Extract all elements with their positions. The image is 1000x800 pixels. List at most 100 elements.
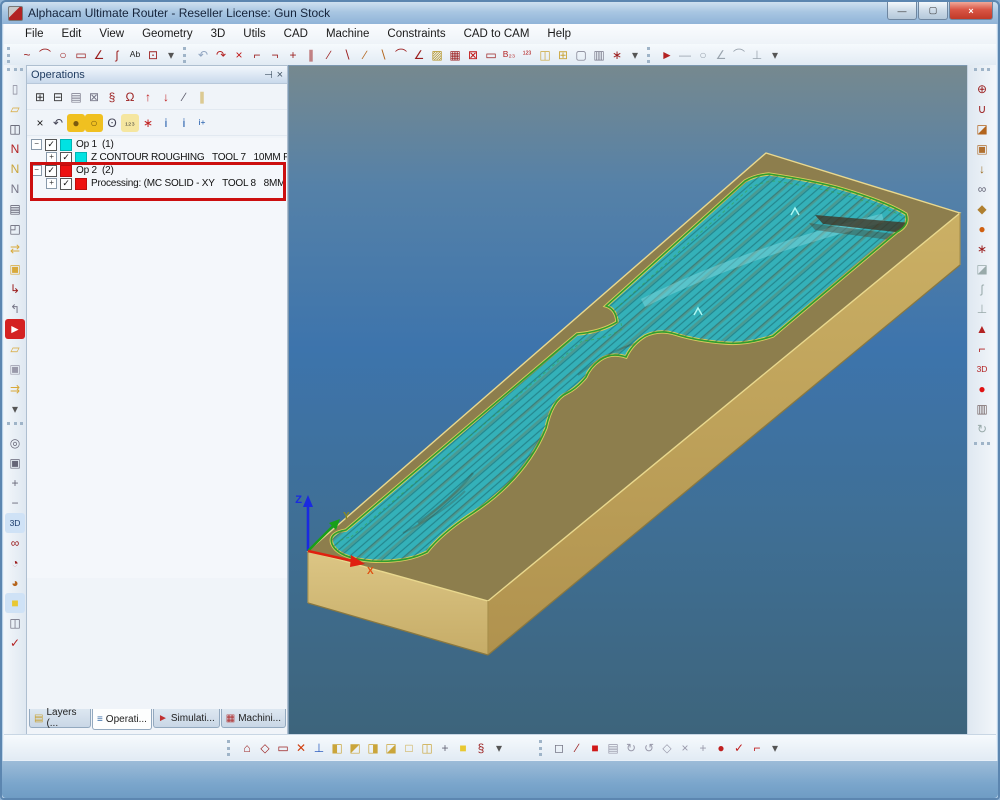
rotate-ccw-icon[interactable]: ↺ (640, 739, 658, 757)
menu-help[interactable]: Help (538, 26, 580, 42)
remove-operation-icon[interactable]: ⊟ (49, 88, 67, 106)
break-geometry-icon[interactable]: ⌐ (248, 46, 266, 64)
adjust-point-icon[interactable]: + (284, 46, 302, 64)
tab-simulati[interactable]: ►Simulati... (153, 709, 220, 728)
maximize-button[interactable]: ▢ (918, 2, 948, 20)
trim-b-icon[interactable]: ∖ (338, 46, 356, 64)
box-select-icon[interactable]: ▭ (482, 46, 500, 64)
tree-expander-icon[interactable]: − (31, 139, 42, 150)
zoom-box-icon[interactable]: ▭ (274, 739, 292, 757)
toolbar-grip[interactable] (539, 740, 547, 756)
toolbar-grip[interactable] (974, 442, 990, 450)
carve-machine-icon[interactable]: ▲ (972, 319, 992, 339)
input-cad-icon[interactable]: ↳ (5, 279, 25, 299)
multi-edit-pencil-icon[interactable]: ∥ (193, 88, 211, 106)
material-xy-icon[interactable]: ∕ (568, 739, 586, 757)
bounding-box-tool-icon[interactable]: ⊡ (144, 46, 162, 64)
delete-region-icon[interactable]: ⊠ (464, 46, 482, 64)
zoom-extents-icon[interactable]: ⌂ (238, 739, 256, 757)
iso-view-se-icon[interactable]: ◨ (364, 739, 382, 757)
menu-cad[interactable]: CAD (275, 26, 317, 42)
operation-row[interactable]: −✓Op 1 (1) (27, 138, 287, 151)
operation-row[interactable]: +✓Processing: (MC SOLID - XY TOOL 8 8MM … (27, 177, 287, 190)
output-cad-icon[interactable]: ↰ (5, 299, 25, 319)
viewports-icon[interactable]: ◫ (5, 613, 25, 633)
add-operation-icon[interactable]: ⊞ (31, 88, 49, 106)
view-overflow-icon[interactable]: ▾ (490, 739, 508, 757)
extend-b-icon[interactable]: ∖ (374, 46, 392, 64)
simulate-figure-icon[interactable]: § (472, 739, 490, 757)
pin-icon[interactable]: ⊤ (262, 70, 273, 79)
zoom-out-icon[interactable]: − (5, 493, 25, 513)
chain-select-icon[interactable]: ◫ (536, 46, 554, 64)
tab-operati[interactable]: ≡Operati... (92, 709, 152, 730)
operation-row[interactable]: +✓Z CONTOUR ROUGHING TOOL 7 10MM FLAT (27, 151, 287, 164)
tab-machini[interactable]: ▦Machini... (221, 709, 286, 728)
curve-gray-icon[interactable]: ʃ (972, 279, 992, 299)
menu-file[interactable]: File (16, 26, 53, 42)
tool-gray-icon[interactable]: ⊥ (972, 299, 992, 319)
tool-new-icon[interactable]: ⊕ (972, 79, 992, 99)
array-copy-icon[interactable]: ⊞ (554, 46, 572, 64)
picture-machine-icon[interactable]: ▣ (972, 139, 992, 159)
stop-record-icon[interactable]: ● (972, 379, 992, 399)
delete-op-icon[interactable]: × (31, 114, 49, 132)
fillet-icon[interactable]: ⌒ (392, 46, 410, 64)
axes-uv-icon[interactable]: ✕ (292, 739, 310, 757)
delete-operation-icon[interactable]: ⊠ (85, 88, 103, 106)
delete-icon[interactable]: × (230, 46, 248, 64)
sim-delete-icon[interactable]: × (676, 739, 694, 757)
lock-op-icon[interactable]: ● (67, 114, 85, 132)
toolbar-grip[interactable] (183, 47, 191, 63)
run-macro-icon[interactable]: ► (5, 319, 25, 339)
undo-op-icon[interactable]: ↶ (49, 114, 67, 132)
circle-tool-icon[interactable]: ○ (54, 46, 72, 64)
sim-datum-icon[interactable]: + (694, 739, 712, 757)
tool-down-icon[interactable]: ↓ (972, 159, 992, 179)
open-file-icon[interactable]: ▱ (5, 99, 25, 119)
info-link-icon[interactable]: i (157, 114, 175, 132)
freehand-draw-icon[interactable]: ~ (18, 46, 36, 64)
3d-viewport[interactable]: Z Y X (288, 65, 972, 740)
iso-view-nw-icon[interactable]: ◩ (346, 739, 364, 757)
orbit-cube-icon[interactable]: ◇ (256, 739, 274, 757)
info-add-icon[interactable]: i+ (193, 114, 211, 132)
tree-expander-icon[interactable]: + (46, 152, 57, 163)
label-b23-icon[interactable]: B₂₃ (500, 46, 518, 64)
zoom-in-icon[interactable]: + (5, 473, 25, 493)
shade-view-icon[interactable]: ◕ (5, 573, 25, 593)
draw-overflow-icon[interactable]: ▾ (162, 46, 180, 64)
tree-expander-icon[interactable]: − (31, 165, 42, 176)
menu-3d[interactable]: 3D (202, 26, 235, 42)
page-copy-icon[interactable]: ▣ (5, 359, 25, 379)
minimize-button[interactable]: — (887, 2, 917, 20)
renumber-ops-icon[interactable]: § (103, 88, 121, 106)
tab-layers[interactable]: ▤Layers (... (29, 709, 91, 728)
edit-overflow-icon[interactable]: ▾ (626, 46, 644, 64)
dim-arc-icon[interactable]: ⌒ (730, 46, 748, 64)
nc-edit-icon[interactable]: N (5, 159, 25, 179)
tool-library-icon[interactable]: ▥ (972, 399, 992, 419)
dim-angle-icon[interactable]: ∠ (712, 46, 730, 64)
goto-number-icon[interactable]: ₁₂₃ (121, 114, 139, 132)
solid-simulation-icon[interactable]: ■ (5, 593, 25, 613)
operation-checkbox[interactable]: ✓ (45, 139, 57, 151)
view-3d-icon[interactable]: 3D (5, 513, 25, 533)
engrave-icon[interactable]: ∗ (972, 239, 992, 259)
title-bar[interactable]: Alphacam Ultimate Router - Reseller Lice… (2, 2, 998, 24)
toolbar-grip[interactable] (7, 47, 15, 63)
print-preview-icon[interactable]: ◰ (5, 219, 25, 239)
snap-select-icon[interactable]: ► (658, 46, 676, 64)
columns-icon[interactable]: ▥ (590, 46, 608, 64)
print-icon[interactable]: ▤ (5, 199, 25, 219)
work-plane-icon[interactable]: ■ (454, 739, 472, 757)
copy-folder-icon[interactable]: ▣ (5, 259, 25, 279)
operation-checkbox[interactable]: ✓ (45, 165, 57, 177)
open-recent-icon[interactable]: ▱ (5, 339, 25, 359)
solid-box-icon[interactable]: ◻ (550, 739, 568, 757)
trim-a-icon[interactable]: ∕ (320, 46, 338, 64)
stereo-glasses-icon[interactable]: ∞ (5, 533, 25, 553)
hatch-icon[interactable]: ▨ (428, 46, 446, 64)
front-view-icon[interactable]: ◫ (418, 739, 436, 757)
operation-checkbox[interactable]: ✓ (60, 178, 72, 190)
